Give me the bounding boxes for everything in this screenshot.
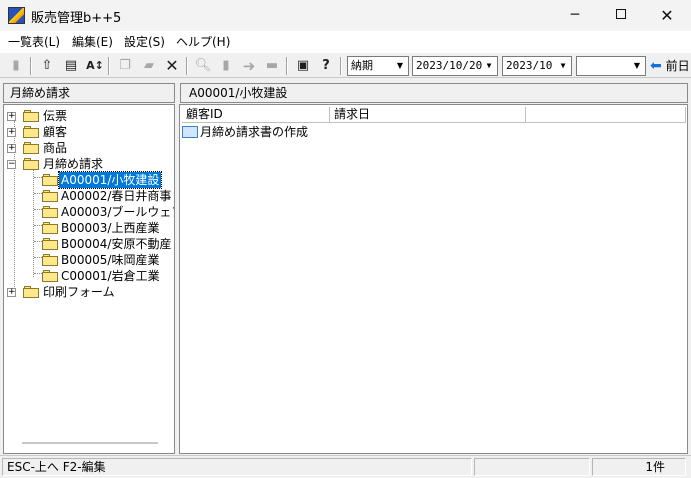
minimize-button[interactable]: ─ — [552, 0, 598, 31]
tree-item-label: 伝票 — [43, 109, 68, 123]
folder-icon — [23, 142, 39, 154]
column-header-empty[interactable] — [526, 107, 686, 123]
folder-icon — [23, 126, 39, 138]
tree-item-label: C00001/岩倉工業 — [61, 269, 160, 283]
tree-item-label: B00003/上西産業 — [61, 221, 160, 235]
menu-help[interactable]: ヘルプ(H) — [176, 33, 230, 50]
arrow-right-icon[interactable]: ➜ — [239, 56, 259, 76]
type-select-value: 納期 — [351, 59, 373, 72]
status-bar: ESC-上へ F2-編集 1件 — [0, 455, 691, 478]
tree-item-customer[interactable]: C00001/岩倉工業 — [4, 268, 174, 284]
list-view[interactable]: 顧客ID 請求日 月締め請求書の作成 — [179, 104, 688, 454]
document-properties-icon[interactable]: ▤ — [61, 56, 81, 76]
copy-icon[interactable]: ❐ — [115, 56, 135, 76]
column-header-billing-date[interactable]: 請求日 — [330, 107, 526, 123]
list-header: A00001/小牧建設 — [180, 83, 688, 103]
list-item[interactable]: 月締め請求書の作成 — [182, 124, 308, 140]
list-item-label: 月締め請求書の作成 — [200, 125, 309, 139]
tree-item-print-forms[interactable]: + 印刷フォーム — [4, 284, 174, 300]
chevron-down-icon: ▼ — [633, 61, 641, 70]
type-select[interactable]: 納期 ▼ — [347, 56, 409, 76]
open-folder-icon — [23, 158, 39, 170]
folder-up-icon[interactable]: ⇧ — [37, 56, 57, 76]
app-icon — [8, 7, 25, 24]
menu-bar: 一覧表(L) 編集(E) 設定(S) ヘルプ(H) — [0, 31, 691, 52]
expand-icon[interactable]: + — [7, 112, 16, 121]
delete-icon[interactable]: ✕ — [162, 56, 182, 76]
status-key-hints: ESC-上へ F2-編集 — [2, 458, 472, 476]
maximize-icon — [616, 8, 626, 19]
collapse-icon[interactable]: − — [7, 160, 16, 169]
tree-header: 月締め請求 — [3, 83, 175, 103]
expand-icon[interactable]: + — [7, 288, 16, 297]
month-select-value: 2023/10 — [506, 59, 553, 72]
tree-item-label: 印刷フォーム — [43, 285, 115, 299]
folder-icon — [42, 270, 58, 282]
minimize-icon: ─ — [570, 7, 580, 23]
new-document-icon[interactable]: ▮ — [6, 56, 26, 76]
menu-settings[interactable]: 設定(S) — [124, 33, 165, 50]
tree-item-label: 商品 — [43, 141, 68, 155]
chevron-down-icon: ▼ — [396, 61, 404, 70]
folder-icon — [42, 190, 58, 202]
document-icon — [182, 125, 198, 138]
chevron-down-icon: ▼ — [486, 61, 492, 70]
chevron-down-icon: ▼ — [560, 61, 566, 70]
tree-item-products[interactable]: + 商品 — [4, 140, 174, 156]
status-info — [474, 458, 590, 476]
font-size-icon[interactable]: A↕ — [85, 56, 105, 76]
date-select[interactable]: 2023/10/20 ▼ — [412, 56, 498, 76]
tree-item-monthly-billing[interactable]: − 月締め請求 — [4, 156, 174, 172]
folder-icon — [23, 286, 39, 298]
toolbar: ▮ ⇧ ▤ A↕ ❐ ▰ ✕ 🔍︎ ▮ ➜ ▬ ▣ ? 納期 ▼ 2023/10… — [0, 52, 691, 78]
status-count: 1件 — [592, 458, 686, 476]
close-icon: ✕ — [660, 6, 674, 25]
paste-icon[interactable]: ▰ — [139, 56, 159, 76]
tree-item-customer[interactable]: A00001/小牧建設 — [4, 171, 174, 189]
tree-item-customer[interactable]: B00003/上西産業 — [4, 220, 174, 236]
tree-item-customer[interactable]: A00003/ブールウェア — [4, 204, 174, 220]
tree-item-label: B00005/味岡産業 — [61, 253, 160, 267]
tree-item-label: A00001/小牧建設 — [57, 171, 163, 189]
horizontal-scrollbar[interactable] — [22, 442, 158, 444]
previous-day-button[interactable]: ⬅ 前日 — [650, 56, 690, 76]
month-select[interactable]: 2023/10 ▼ — [502, 56, 572, 76]
folder-icon — [42, 206, 58, 218]
date-select-value: 2023/10/20 — [416, 59, 483, 72]
tree-item-label: B00004/安原不動産 — [61, 237, 172, 251]
tree-item-label: 月締め請求 — [43, 157, 104, 171]
tree-item-slips[interactable]: + 伝票 — [4, 108, 174, 124]
page-icon[interactable]: ▮ — [216, 56, 236, 76]
search-icon[interactable]: 🔍︎ — [193, 56, 213, 76]
tree-item-label: A00003/ブールウェア — [61, 205, 175, 219]
menu-list[interactable]: 一覧表(L) — [8, 33, 60, 50]
expand-icon[interactable]: + — [7, 144, 16, 153]
arrow-left-icon: ⬅ — [650, 58, 662, 74]
maximize-button[interactable] — [598, 0, 644, 31]
open-folder-icon — [42, 174, 58, 186]
folder-icon — [23, 110, 39, 122]
help-icon[interactable]: ? — [316, 56, 336, 76]
expand-icon[interactable]: + — [7, 128, 16, 137]
folder-icon — [42, 238, 58, 250]
filter-select[interactable]: ▼ — [576, 56, 646, 76]
folder-icon — [42, 222, 58, 234]
folder-icon — [42, 254, 58, 266]
tree-item-customer[interactable]: B00005/味岡産業 — [4, 252, 174, 268]
tree-view[interactable]: + 伝票 + 顧客 + 商品 − 月締め請求 A00001/小牧建設 A0000… — [3, 104, 175, 454]
tree-item-customers[interactable]: + 顧客 — [4, 124, 174, 140]
tree-item-label: A00002/春日井商事 — [61, 189, 172, 203]
menu-edit[interactable]: 編集(E) — [72, 33, 113, 50]
previous-day-label: 前日 — [665, 59, 690, 73]
close-button[interactable]: ✕ — [644, 0, 690, 31]
tree-item-label: 顧客 — [43, 125, 68, 139]
computer-settings-icon[interactable]: ▣ — [293, 56, 313, 76]
title-bar: 販売管理b++5 ─ ✕ — [0, 0, 691, 31]
tree-item-customer[interactable]: A00002/春日井商事 — [4, 188, 174, 204]
tree-item-customer[interactable]: B00004/安原不動産 — [4, 236, 174, 252]
window-title: 販売管理b++5 — [31, 11, 122, 26]
box-icon[interactable]: ▬ — [262, 56, 282, 76]
column-header-customer-id[interactable]: 顧客ID — [182, 107, 330, 123]
